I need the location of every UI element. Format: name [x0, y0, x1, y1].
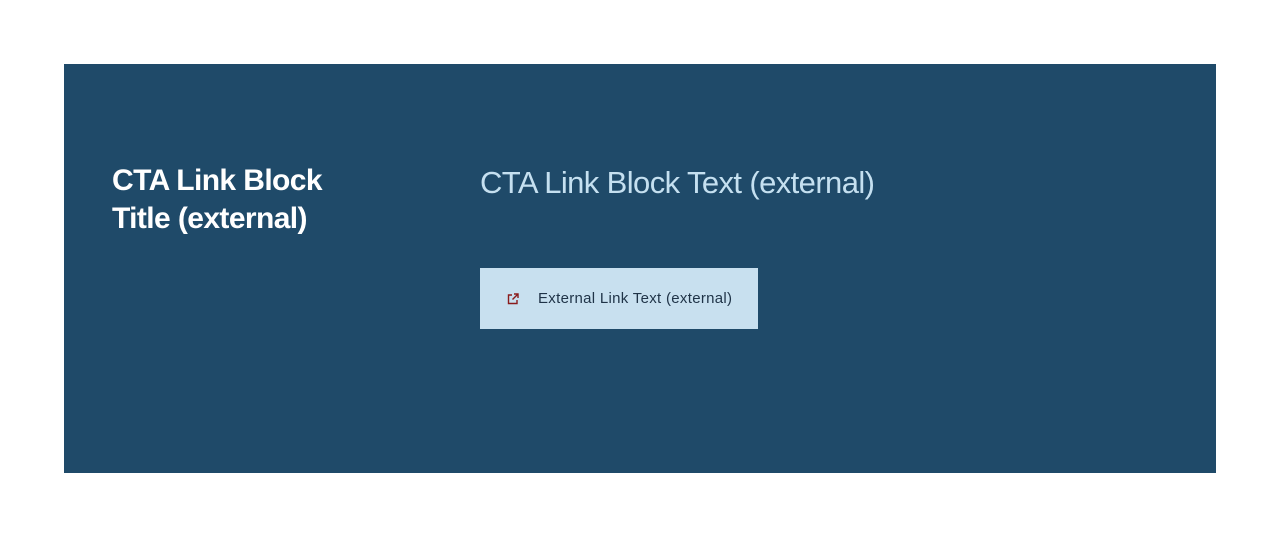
external-link-label: External Link Text (external) [538, 290, 733, 307]
cta-title: CTA Link Block Title (external) [112, 164, 323, 235]
cta-text: CTA Link Block Text (external) [480, 165, 875, 200]
external-link-icon [506, 292, 520, 306]
cta-link-block: CTA Link Block Title (external) CTA Link… [64, 64, 1216, 473]
external-link-button[interactable]: External Link Text (external) [480, 268, 759, 329]
